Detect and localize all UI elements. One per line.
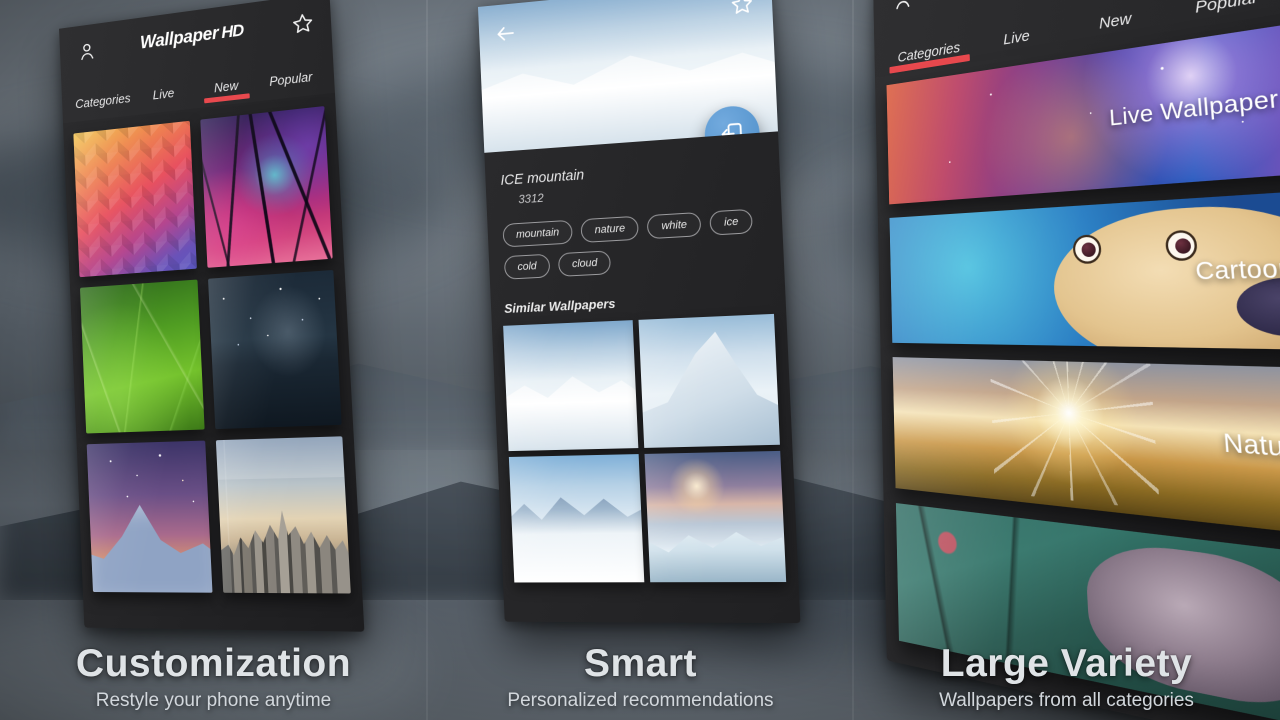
tag-chip-white[interactable]: white	[647, 212, 701, 239]
snow-field-art	[509, 454, 644, 582]
phone-screen-new-tab: Wallpaper HD Categories Live New Popular	[59, 0, 364, 632]
icebergs-sunset-art	[645, 451, 787, 582]
person-icon[interactable]	[74, 37, 100, 67]
sun-flare	[989, 357, 1160, 510]
wallpaper-thumb-nebula-forest[interactable]	[200, 106, 332, 268]
panel-caption: Large Variety Wallpapers from all catego…	[853, 644, 1280, 712]
phone-screen-categories-tab: Wallpaper HD Categories Live	[873, 0, 1280, 720]
tag-chip-cloud[interactable]: cloud	[558, 250, 611, 277]
phone-screen-wallpaper-detail: ICE mountain 3312 mountain nature white …	[478, 0, 800, 623]
purple-forest-art	[200, 106, 332, 268]
panel-large-variety: Wallpaper HD Categories Live	[853, 0, 1280, 720]
wallpaper-detail-info: ICE mountain 3312 mountain nature white …	[484, 131, 784, 286]
caption-title: Smart	[427, 644, 854, 685]
city-skyline-art	[216, 436, 351, 593]
wallpaper-thumb-grass[interactable]	[80, 280, 205, 434]
app-logo: Wallpaper HD	[140, 20, 244, 54]
tag-chip-cold[interactable]: cold	[504, 254, 551, 280]
star-icon[interactable]	[288, 8, 318, 40]
app-logo-badge: HD	[221, 20, 244, 42]
tab-categories[interactable]: Categories	[73, 91, 134, 120]
similar-thumb-matterhorn[interactable]	[639, 314, 780, 448]
caption-subtitle: Wallpapers from all categories	[853, 690, 1280, 712]
dog-eye-left	[1072, 234, 1102, 264]
panel-caption: Smart Personalized recommendations	[427, 644, 854, 712]
panel-customization: Wallpaper HD Categories Live New Popular…	[0, 0, 427, 720]
tab-new[interactable]: New	[194, 76, 259, 106]
caption-title: Large Variety	[853, 644, 1280, 685]
tab-popular[interactable]: Popular	[258, 69, 325, 100]
tag-chip-nature[interactable]: nature	[581, 216, 640, 243]
tag-list: mountain nature white ice cold cloud	[502, 208, 767, 280]
star-icon[interactable]	[727, 0, 757, 19]
category-card-cartoon[interactable]: Cartoon	[890, 191, 1280, 350]
caption-title: Customization	[0, 644, 427, 685]
app-logo-word: Wallpaper	[140, 23, 219, 54]
matterhorn-night-art	[87, 441, 213, 593]
wallpaper-thumb-geometric[interactable]	[73, 121, 197, 277]
similar-thumb-icebergs[interactable]	[645, 451, 787, 582]
tag-chip-ice[interactable]: ice	[709, 209, 753, 236]
active-tab-indicator	[204, 93, 250, 103]
wallpaper-thumb-city[interactable]	[216, 436, 351, 593]
wallpaper-thumb-starry-sea[interactable]	[208, 270, 342, 429]
green-grass-art	[80, 280, 205, 434]
wallpaper-thumb-matterhorn-night[interactable]	[87, 441, 213, 593]
caption-subtitle: Personalized recommendations	[427, 690, 854, 712]
starry-sea-art	[208, 270, 342, 429]
dog-eye-right	[1165, 230, 1198, 262]
tag-chip-mountain[interactable]: mountain	[502, 220, 573, 248]
geometric-triangles-art	[73, 121, 197, 277]
wallpaper-grid	[63, 93, 363, 607]
panel-caption: Customization Restyle your phone anytime	[0, 644, 427, 712]
back-arrow-icon[interactable]	[492, 19, 520, 49]
panel-smart: ICE mountain 3312 mountain nature white …	[427, 0, 854, 720]
similar-wallpapers-grid	[491, 303, 799, 594]
similar-thumb-snow-slope[interactable]	[503, 320, 638, 451]
snow-slope-art	[503, 320, 638, 451]
hero-wallpaper-preview[interactable]	[478, 0, 778, 153]
person-icon[interactable]	[891, 0, 915, 14]
similar-thumb-snow-field[interactable]	[509, 454, 644, 582]
matterhorn-day-art	[639, 314, 780, 448]
tab-live[interactable]: Live	[133, 84, 196, 113]
category-label: Cartoon	[1194, 255, 1280, 287]
caption-subtitle: Restyle your phone anytime	[0, 690, 427, 712]
category-list: Live Wallpaper Cartoon Nature	[875, 9, 1280, 720]
